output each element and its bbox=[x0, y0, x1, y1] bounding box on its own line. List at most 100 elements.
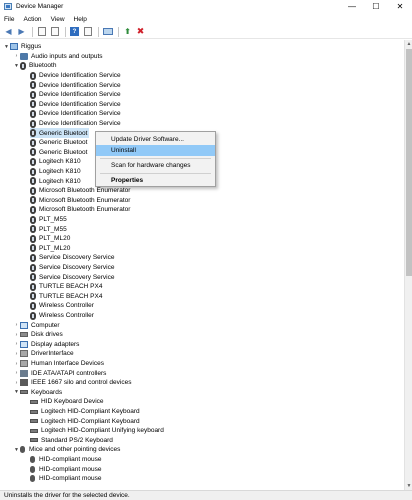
list-item[interactable]: HID-compliant mouse bbox=[30, 474, 102, 484]
list-item[interactable]: Device Identification Service bbox=[30, 119, 121, 129]
list-item[interactable]: Service Discovery Service bbox=[30, 272, 115, 282]
category-disk[interactable]: › Disk drives bbox=[13, 330, 63, 340]
bluetooth-icon bbox=[30, 129, 36, 138]
uninstall-menu-item[interactable]: Uninstall bbox=[96, 145, 215, 156]
speaker-icon bbox=[20, 52, 28, 60]
category-ieee[interactable]: › IEEE 1667 silo and control devices bbox=[13, 378, 131, 388]
mouse-icon bbox=[30, 475, 35, 483]
back-arrow-icon[interactable]: ◀ bbox=[3, 26, 14, 37]
expand-icon[interactable]: › bbox=[13, 341, 20, 347]
list-item[interactable]: PLT_ML20 bbox=[30, 234, 70, 244]
list-item[interactable]: Wireless Controller bbox=[30, 311, 94, 321]
list-item[interactable]: Device Identification Service bbox=[30, 80, 121, 90]
device-label: Wireless Controller bbox=[39, 302, 94, 310]
show-hidden-icon[interactable] bbox=[49, 26, 60, 37]
list-item[interactable]: HID-compliant mouse bbox=[30, 455, 102, 465]
disk-drive-icon bbox=[20, 332, 28, 338]
collapse-icon[interactable]: ▼ bbox=[13, 447, 20, 453]
category-mice[interactable]: ▼ Mice and other pointing devices bbox=[13, 445, 120, 455]
category-driverinterface[interactable]: › DriverInterface bbox=[13, 349, 74, 359]
expand-icon[interactable]: › bbox=[13, 380, 20, 386]
scan-hardware-menu-item[interactable]: Scan for hardware changes bbox=[96, 160, 215, 171]
vertical-scrollbar[interactable]: ▲ ▼ bbox=[404, 40, 412, 490]
category-hid[interactable]: › Human Interface Devices bbox=[13, 359, 104, 369]
list-item[interactable]: Wireless Controller bbox=[30, 301, 94, 311]
scan-monitor-icon[interactable] bbox=[102, 26, 113, 37]
minimize-button[interactable]: — bbox=[340, 0, 364, 13]
bluetooth-icon bbox=[30, 311, 36, 320]
list-item[interactable]: HID-compliant mouse bbox=[30, 464, 102, 474]
list-item[interactable]: Standard PS/2 Keyboard bbox=[30, 436, 113, 446]
list-item-selected[interactable]: Generic Bluetoot bbox=[30, 128, 90, 138]
properties-sheet-icon[interactable] bbox=[82, 26, 93, 37]
list-item[interactable]: Device Identification Service bbox=[30, 109, 121, 119]
list-item[interactable]: TURTLE BEACH PX4 bbox=[30, 282, 102, 292]
category-keyboards[interactable]: ▼ Keyboards bbox=[13, 388, 62, 398]
list-item[interactable]: Logitech K810 bbox=[30, 176, 81, 186]
expand-icon[interactable]: › bbox=[13, 53, 20, 59]
device-label: Device Identification Service bbox=[39, 72, 121, 80]
category-label: Display adapters bbox=[31, 340, 80, 348]
keyboard-icon bbox=[30, 419, 38, 424]
list-item[interactable]: HID Keyboard Device bbox=[30, 397, 104, 407]
device-label: TURTLE BEACH PX4 bbox=[39, 283, 103, 291]
scroll-up-icon[interactable]: ▲ bbox=[405, 40, 412, 48]
device-label: Generic Bluetoot bbox=[39, 129, 88, 137]
expand-icon[interactable]: › bbox=[13, 370, 20, 376]
list-item[interactable]: PLT_ML20 bbox=[30, 244, 70, 254]
menu-view[interactable]: View bbox=[51, 16, 65, 23]
update-driver-menu-item[interactable]: Update Driver Software... bbox=[96, 134, 215, 145]
list-item[interactable]: TURTLE BEACH PX4 bbox=[30, 292, 102, 302]
tree-root[interactable]: ▼ Riggus bbox=[3, 42, 41, 52]
list-item[interactable]: Logitech HID-Compliant Keyboard bbox=[30, 407, 140, 417]
category-ide[interactable]: › IDE ATA/ATAPI controllers bbox=[13, 368, 106, 378]
collapse-icon[interactable]: ▼ bbox=[13, 389, 20, 395]
collapse-icon[interactable]: ▼ bbox=[3, 44, 10, 50]
maximize-button[interactable]: ☐ bbox=[364, 0, 388, 13]
list-item[interactable]: Device Identification Service bbox=[30, 100, 121, 110]
category-display[interactable]: › Display adapters bbox=[13, 340, 79, 350]
menu-help[interactable]: Help bbox=[74, 16, 87, 23]
menu-file[interactable]: File bbox=[4, 16, 14, 23]
device-label: Generic Bluetoot bbox=[39, 139, 88, 147]
list-item[interactable]: Generic Bluetoot bbox=[30, 148, 87, 158]
category-label: Human Interface Devices bbox=[31, 360, 104, 368]
device-label: PLT_M55 bbox=[39, 216, 67, 224]
list-item[interactable]: Logitech HID-Compliant Keyboard bbox=[30, 416, 140, 426]
category-bluetooth[interactable]: ▼ Bluetooth bbox=[13, 61, 56, 71]
uninstall-icon[interactable]: ✖ bbox=[135, 26, 146, 37]
list-item[interactable]: Service Discovery Service bbox=[30, 253, 115, 263]
list-item[interactable]: Device Identification Service bbox=[30, 90, 121, 100]
properties-menu-item[interactable]: Properties bbox=[96, 175, 215, 186]
list-item[interactable]: Logitech K810 bbox=[30, 167, 81, 177]
collapse-icon[interactable]: ▼ bbox=[13, 63, 20, 69]
close-button[interactable]: ✕ bbox=[388, 0, 412, 13]
list-item[interactable]: Service Discovery Service bbox=[30, 263, 115, 273]
category-label: DriverInterface bbox=[31, 350, 74, 358]
category-audio[interactable]: › Audio inputs and outputs bbox=[13, 52, 103, 62]
category-computer[interactable]: › Computer bbox=[13, 320, 60, 330]
list-item[interactable]: Logitech HID-Compliant Unifying keyboard bbox=[30, 426, 164, 436]
list-item[interactable]: PLT_M55 bbox=[30, 224, 67, 234]
list-item[interactable]: PLT_M55 bbox=[30, 215, 67, 225]
expand-icon[interactable]: › bbox=[13, 322, 20, 328]
add-legacy-icon[interactable]: ⬆ bbox=[122, 26, 133, 37]
list-item[interactable]: Microsoft Bluetooth Enumerator bbox=[30, 186, 130, 196]
expand-icon[interactable]: › bbox=[13, 361, 20, 367]
expand-icon[interactable]: › bbox=[13, 332, 20, 338]
expand-icon[interactable]: › bbox=[13, 351, 20, 357]
list-item[interactable]: Generic Bluetoot bbox=[30, 138, 87, 148]
device-label: Device Identification Service bbox=[39, 91, 121, 99]
scroll-thumb[interactable] bbox=[406, 49, 412, 276]
list-item[interactable]: Device Identification Service bbox=[30, 71, 121, 81]
list-item[interactable]: Logitech K810 bbox=[30, 157, 81, 167]
list-item[interactable]: Microsoft Bluetooth Enumerator bbox=[30, 196, 130, 206]
help-icon[interactable]: ? bbox=[69, 26, 80, 37]
properties-icon[interactable] bbox=[36, 26, 47, 37]
scroll-down-icon[interactable]: ▼ bbox=[405, 482, 412, 490]
bluetooth-icon bbox=[20, 61, 26, 70]
bluetooth-icon bbox=[30, 109, 36, 118]
forward-arrow-icon[interactable]: ▶ bbox=[16, 26, 27, 37]
list-item[interactable]: Microsoft Bluetooth Enumerator bbox=[30, 205, 130, 215]
menu-action[interactable]: Action bbox=[23, 16, 41, 23]
